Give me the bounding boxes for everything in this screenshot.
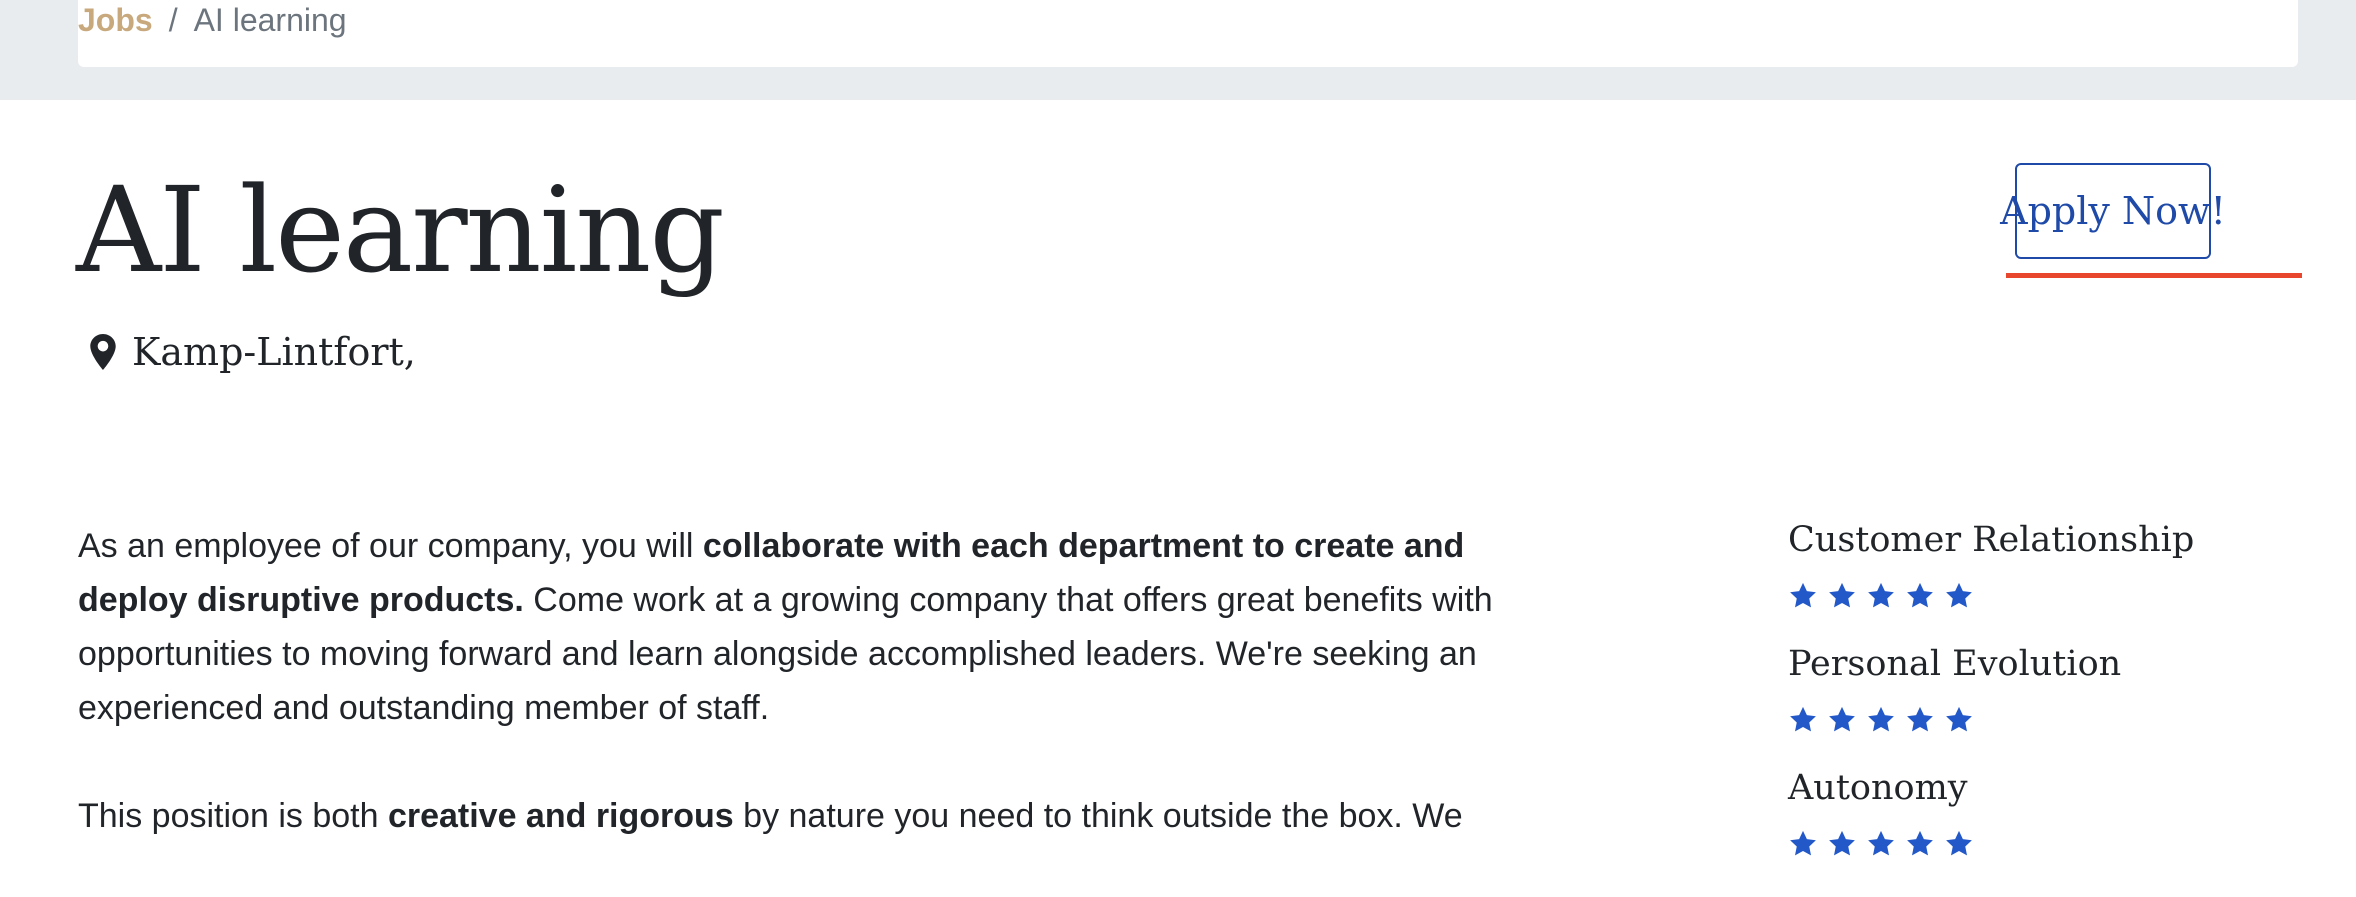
job-location: Kamp-Lintfort,: [90, 326, 416, 378]
apply-underline: [2006, 273, 2302, 278]
description-paragraph: As an employee of our company, you will …: [78, 519, 1558, 735]
apply-now-button[interactable]: Apply Now!: [2000, 163, 2226, 259]
rating-stars: [1788, 576, 2288, 616]
star-icon: [1907, 706, 1933, 732]
star-icon: [1946, 830, 1972, 856]
breadcrumb-current: AI learning: [193, 1, 347, 38]
star-icon: [1868, 830, 1894, 856]
breadcrumb-jobs-link[interactable]: Jobs: [78, 2, 153, 39]
star-icon: [1946, 706, 1972, 732]
description-text: by nature you need to think outside the …: [733, 797, 1463, 835]
star-icon: [1907, 830, 1933, 856]
star-icon: [1829, 830, 1855, 856]
rating-stars: [1788, 700, 2288, 740]
star-icon: [1868, 582, 1894, 608]
star-icon: [1790, 830, 1816, 856]
rating-stars: [1788, 824, 2288, 864]
star-icon: [1868, 706, 1894, 732]
breadcrumb: Jobs / AI learning: [78, 0, 347, 40]
description-text: This position is both: [78, 797, 388, 835]
description-paragraph: This position is both creative and rigor…: [78, 789, 1558, 843]
breadcrumb-card: [78, 0, 2298, 67]
description-text: As an employee of our company, you will: [78, 527, 703, 565]
star-icon: [1907, 582, 1933, 608]
star-icon: [1790, 582, 1816, 608]
job-description: As an employee of our company, you will …: [78, 519, 1558, 897]
ratings-panel: Customer Relationship Personal Evolution…: [1788, 510, 2288, 882]
rating-label-personal-evolution: Personal Evolution: [1788, 644, 2122, 684]
star-icon: [1946, 582, 1972, 608]
rating-label-autonomy: Autonomy: [1788, 768, 1968, 808]
rating-label-customer-relationship: Customer Relationship: [1788, 520, 2195, 560]
star-icon: [1829, 706, 1855, 732]
map-pin-icon: [90, 334, 116, 370]
star-icon: [1829, 582, 1855, 608]
breadcrumb-separator: /: [168, 1, 178, 38]
location-text: Kamp-Lintfort,: [132, 330, 416, 374]
description-emphasis: creative and rigorous: [387, 797, 734, 835]
star-icon: [1790, 706, 1816, 732]
page-title: AI learning: [76, 161, 725, 299]
